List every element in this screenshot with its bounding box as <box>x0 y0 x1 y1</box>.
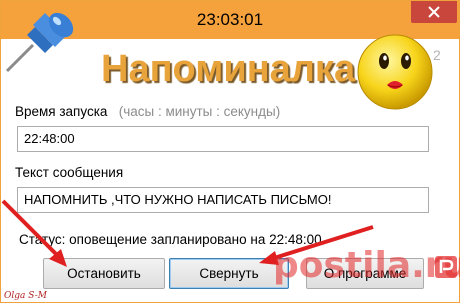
start-time-label-text: Время запуска <box>15 104 108 119</box>
minimize-app-button[interactable]: Свернуть <box>169 258 289 289</box>
watermark: postila.ru <box>273 245 460 286</box>
smiley-kiss-icon <box>357 34 433 110</box>
start-time-label: Время запуска (часы : минуты : секунды) <box>15 104 280 119</box>
start-time-hint: (часы : минуты : секунды) <box>118 104 281 119</box>
stop-button[interactable]: Остановить <box>43 258 165 289</box>
postila-logo-icon <box>435 256 457 278</box>
app-window: 23:03:01 Напоминалка 2 Время запуска (ча… <box>0 0 460 303</box>
start-time-input[interactable]: 22:48:00 <box>17 126 429 152</box>
version-number: 2 <box>433 47 441 63</box>
message-input[interactable]: НАПОМНИТЬ ,ЧТО НУЖНО НАПИСАТЬ ПИСЬМО! <box>17 187 429 213</box>
pushpin-icon <box>5 12 74 73</box>
close-button[interactable] <box>411 1 457 23</box>
minimize-button[interactable] <box>361 1 406 21</box>
message-label: Текст сообщения <box>15 165 124 180</box>
close-icon <box>428 6 440 18</box>
app-title: Напоминалка <box>101 48 356 90</box>
author-signature: Olga S-M <box>4 291 47 301</box>
